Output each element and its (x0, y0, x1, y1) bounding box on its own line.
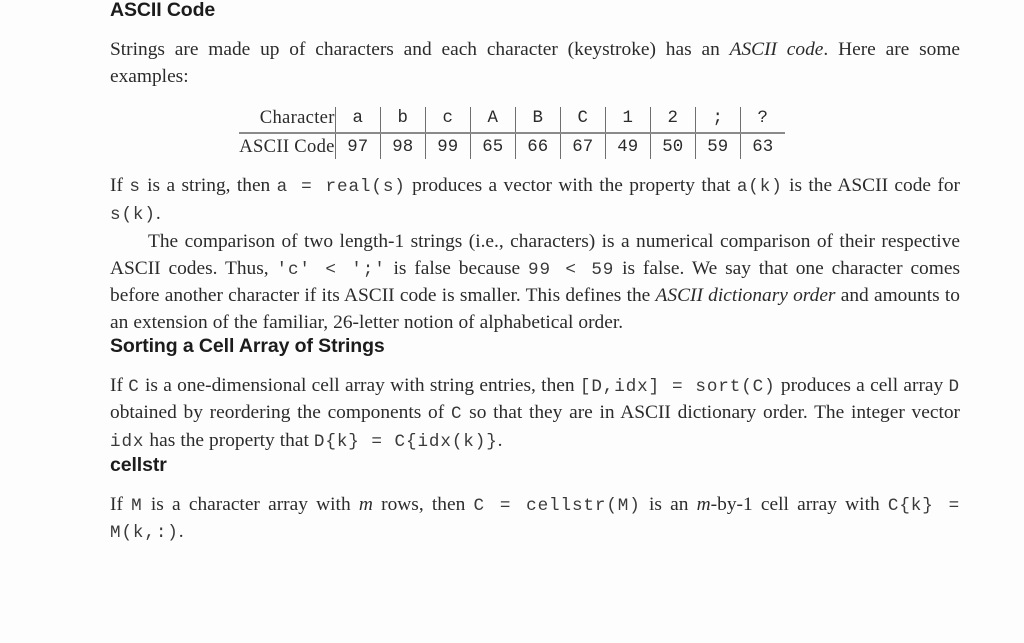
table-cell-code-2: 99 (424, 133, 471, 160)
table-cell-char-5: C (559, 107, 606, 135)
code-D-idx-equals-sort-C: [D,idx] = sort(C) (579, 376, 776, 397)
code-a-equals-real-s: a = real(s) (276, 177, 406, 198)
sort-text-part4: obtained by reordering the components of (110, 402, 451, 424)
table-cell-char-4: B (514, 107, 561, 135)
real-text-part5: . (155, 202, 161, 224)
paragraph-intro: Strings are made up of characters and ea… (110, 21, 960, 90)
code-Dk-equals-C-idx-k: D{k} = C{idx(k)} (313, 431, 498, 452)
cellstr-italic-m-2: m (696, 493, 711, 515)
table-cell-code-8: 59 (694, 133, 741, 160)
table-cell-char-2: c (424, 107, 471, 135)
table-cell-char-7: 2 (649, 107, 696, 135)
heading-sorting-cell-array: Sorting a Cell Array of Strings (110, 335, 385, 358)
code-M-variable: M (131, 495, 143, 516)
table-cell-char-1: b (379, 107, 426, 135)
cellstr-text-part2: is a character array with (142, 493, 359, 515)
compare-text-part2: is false because (385, 257, 528, 279)
code-C-variable-2: C (450, 404, 463, 425)
document-page: ASCII Code Strings are made up of charac… (0, 0, 1024, 643)
compare-italic-dictionary-order: ASCII dictionary order (655, 285, 836, 307)
code-C-equals-cellstr-M: C = cellstr(M) (473, 495, 641, 516)
table-row-ascii-code: ASCII Code 97 98 99 65 66 67 49 50 59 63 (239, 133, 785, 160)
heading-ascii-code: ASCII Code (110, 0, 216, 21)
code-C-variable: C (128, 376, 140, 397)
sort-text-part5: so that they are in ASCII dictionary ord… (462, 402, 960, 424)
sort-text-part1: If (110, 374, 129, 396)
paragraph-sort: If C is a one-dimensional cell array wit… (110, 358, 960, 456)
table-row-label-ascii-code: ASCII Code (239, 136, 335, 158)
cellstr-text-part3: rows, then (372, 493, 474, 515)
ascii-table-container: Character a b c A B C 1 2 ; ? ASCII Code… (110, 90, 960, 160)
table-cell-char-6: 1 (604, 107, 651, 135)
real-text-part2: is a string, then (140, 175, 277, 197)
table-cell-code-6: 49 (604, 133, 651, 160)
code-D-variable: D (948, 376, 960, 397)
sort-text-part6: has the property that (144, 429, 314, 451)
cellstr-text-part1: If (110, 493, 132, 515)
sort-text-part2: is a one-dimensional cell array with str… (139, 374, 580, 396)
real-text-part1: If (110, 175, 130, 197)
table-cell-code-9: 63 (739, 133, 785, 160)
table-cell-code-4: 66 (514, 133, 561, 160)
code-a-of-k: a(k) (736, 177, 783, 198)
table-cell-code-3: 65 (469, 133, 516, 160)
paragraph-real-function: If s is a string, then a = real(s) produ… (110, 159, 960, 228)
table-cell-char-9: ? (739, 107, 785, 135)
real-text-part3: produces a vector with the property that (405, 175, 737, 197)
sort-text-part7: . (497, 429, 503, 451)
table-cell-char-0: a (334, 107, 381, 135)
intro-text-part1: Strings are made up of characters and ea… (110, 39, 730, 61)
ascii-code-table: Character a b c A B C 1 2 ; ? ASCII Code… (239, 107, 785, 160)
cellstr-text-part6: . (178, 521, 184, 543)
table-cell-code-7: 50 (649, 133, 696, 160)
code-c-lessthan-semicolon: 'c' < ';' (276, 259, 386, 280)
code-s-of-k: s(k) (110, 204, 156, 225)
table-cell-char-8: ; (694, 107, 741, 135)
paragraph-cellstr: If M is a character array with m rows, t… (110, 477, 960, 547)
heading-cellstr: cellstr (110, 454, 167, 477)
intro-italic-ascii-code: ASCII code (729, 39, 824, 61)
table-row-character: Character a b c A B C 1 2 ; ? (239, 107, 785, 135)
table-row-label-character: Character (239, 107, 336, 135)
cellstr-text-part5: -by-1 cell array with (710, 493, 888, 515)
real-text-part4: is the ASCII code for (782, 175, 961, 197)
table-cell-code-1: 98 (379, 133, 426, 160)
cellstr-italic-m-1: m (358, 493, 373, 515)
code-99-lessthan-59: 99 < 59 (528, 259, 615, 280)
table-cell-code-0: 97 (334, 133, 381, 160)
paragraph-comparison: The comparison of two length-1 strings (… (110, 228, 960, 336)
table-cell-char-3: A (469, 107, 516, 135)
sort-text-part3: produces a cell array (775, 374, 949, 396)
code-idx-variable: idx (110, 431, 145, 452)
cellstr-text-part4: is an (640, 493, 697, 515)
table-cell-code-5: 67 (559, 133, 606, 160)
code-s-variable: s (129, 177, 141, 198)
